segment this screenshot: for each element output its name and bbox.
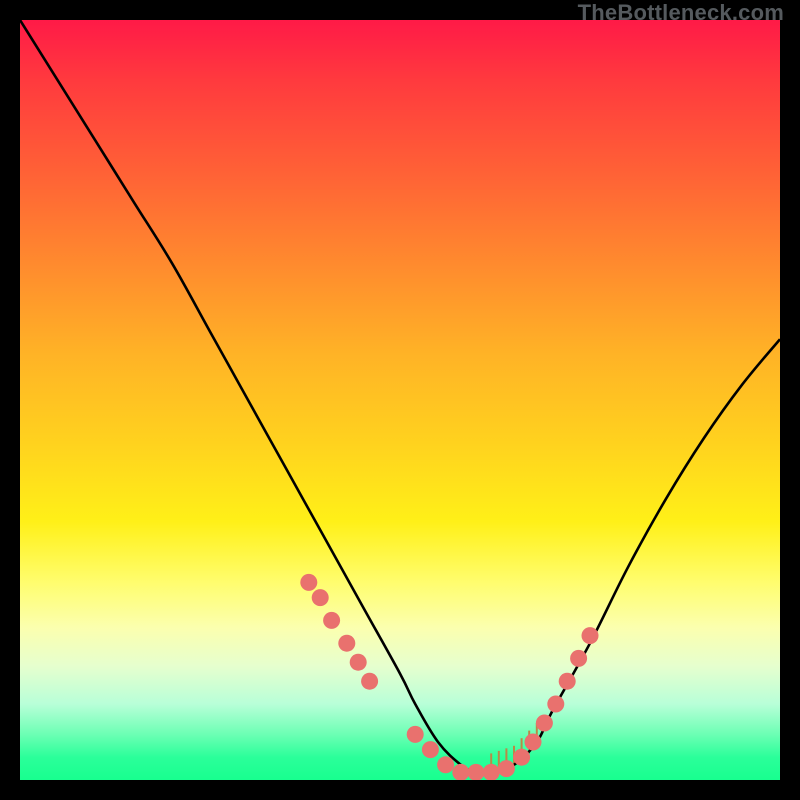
marker-dot bbox=[582, 627, 599, 644]
marker-dot bbox=[525, 734, 542, 751]
marker-dot bbox=[312, 589, 329, 606]
bottleneck-curve bbox=[20, 20, 780, 773]
marker-dot bbox=[468, 764, 485, 780]
marker-dot bbox=[422, 741, 439, 758]
marker-dot bbox=[498, 760, 515, 777]
chart-frame: TheBottleneck.com bbox=[0, 0, 800, 800]
marker-dot bbox=[570, 650, 587, 667]
marker-dot bbox=[559, 673, 576, 690]
marker-dot bbox=[513, 749, 530, 766]
plot-area bbox=[20, 20, 780, 780]
marker-dot bbox=[338, 635, 355, 652]
highlighted-points bbox=[300, 574, 598, 780]
marker-dot bbox=[361, 673, 378, 690]
marker-dot bbox=[452, 764, 469, 780]
marker-dot bbox=[350, 654, 367, 671]
marker-dot bbox=[323, 612, 340, 629]
marker-dot bbox=[300, 574, 317, 591]
marker-dot bbox=[536, 715, 553, 732]
watermark-text: TheBottleneck.com bbox=[578, 0, 784, 26]
marker-dot bbox=[483, 764, 500, 780]
chart-svg bbox=[20, 20, 780, 780]
marker-dot bbox=[407, 726, 424, 743]
marker-dot bbox=[547, 696, 564, 713]
marker-dot bbox=[437, 756, 454, 773]
